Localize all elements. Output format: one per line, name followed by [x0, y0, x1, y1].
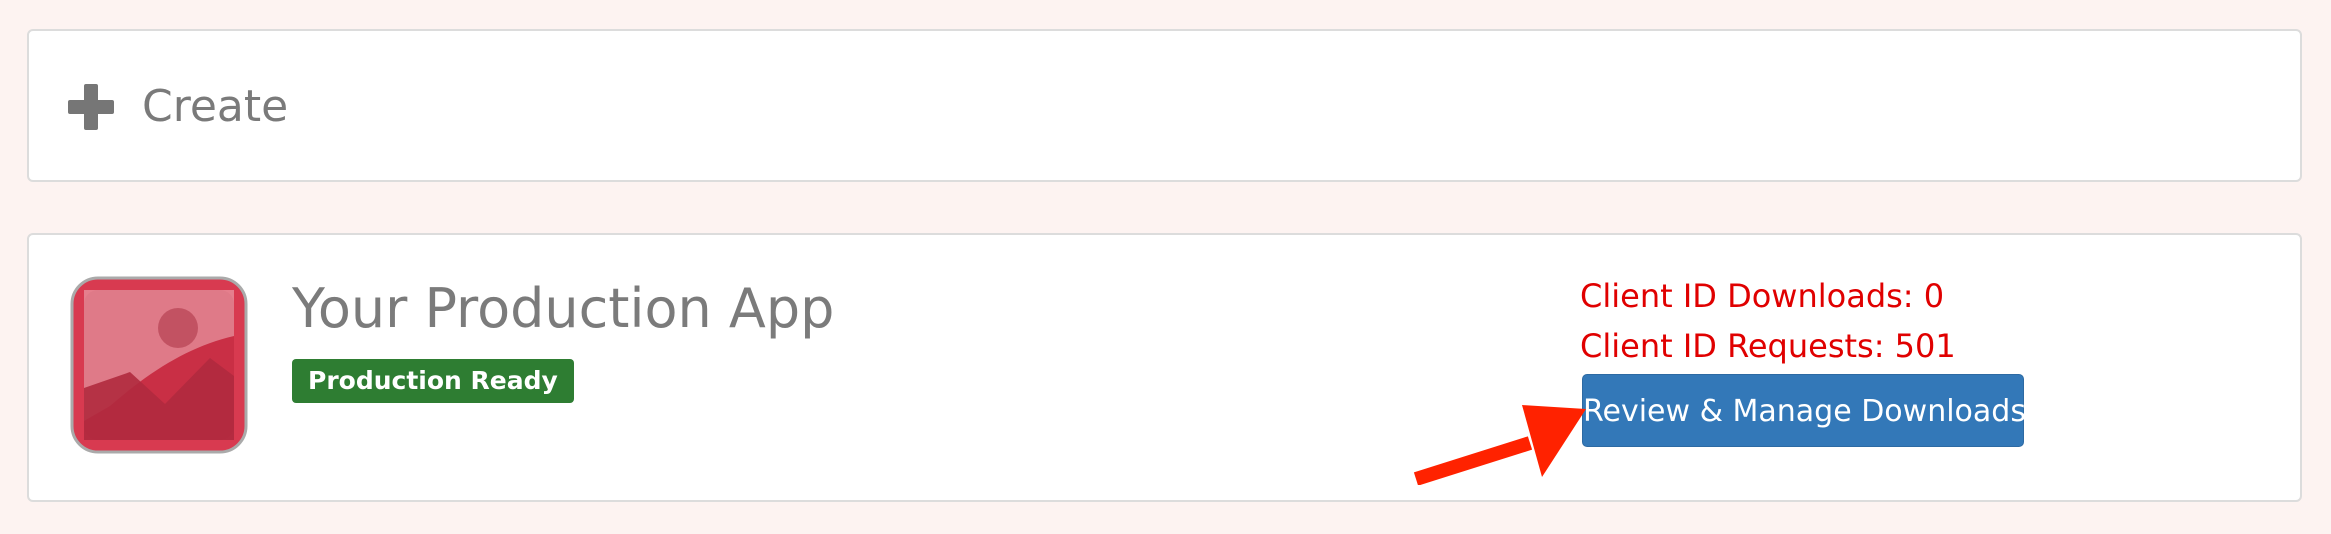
arrow-annotation-icon: [1413, 405, 1586, 485]
plus-icon: [68, 84, 114, 130]
client-id-requests: Client ID Requests: 501: [1580, 327, 1956, 365]
create-row[interactable]: Create: [68, 77, 288, 137]
create-label: Create: [142, 81, 289, 132]
create-card[interactable]: Create: [27, 29, 2302, 182]
review-manage-downloads-button[interactable]: Review & Manage Downloads: [1582, 374, 2026, 447]
client-id-downloads: Client ID Downloads: 0: [1580, 277, 1945, 315]
app-title: Your Production App: [292, 277, 835, 340]
image-icon: [70, 276, 248, 454]
status-badge: Production Ready: [292, 359, 574, 403]
app-card: Your Production App Production Ready Cli…: [27, 233, 2302, 502]
